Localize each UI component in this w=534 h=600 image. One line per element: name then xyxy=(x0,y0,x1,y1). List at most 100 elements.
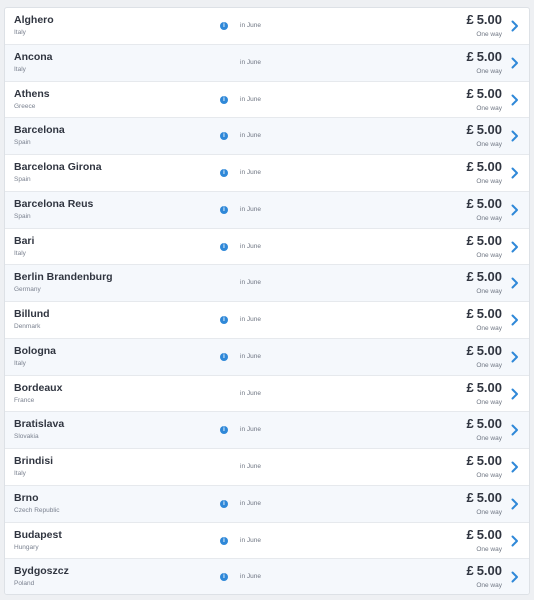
destination-row[interactable]: Bari Italy i in June £5.00 One way xyxy=(5,229,529,266)
destination-row[interactable]: Berlin Brandenburg Germany in June £5.00… xyxy=(5,265,529,302)
fare-type: One way xyxy=(476,398,502,406)
fare-type: One way xyxy=(476,288,502,296)
destination-city: Bratislava xyxy=(14,418,65,431)
chevron-right-icon[interactable] xyxy=(511,571,519,583)
fare-type: One way xyxy=(476,104,502,112)
chevron-right-icon[interactable] xyxy=(511,167,519,179)
destination-row[interactable]: Barcelona Spain i in June £5.00 One way xyxy=(5,118,529,155)
fare-price: £5.00 xyxy=(466,122,502,137)
fare-amount: 5.00 xyxy=(476,379,502,395)
fare-price: £5.00 xyxy=(466,159,502,174)
destination-row[interactable]: Billund Denmark i in June £5.00 One way xyxy=(5,302,529,339)
chevron-right-icon[interactable] xyxy=(511,388,519,400)
info-icon[interactable]: i xyxy=(220,499,228,508)
chevron-right-icon[interactable] xyxy=(511,130,519,142)
fare-type: One way xyxy=(476,582,502,590)
destination-row[interactable]: Budapest Hungary i in June £5.00 One way xyxy=(5,523,529,560)
destination-country: Slovakia xyxy=(14,433,39,441)
currency-symbol: £ xyxy=(466,379,474,395)
travel-period: in June xyxy=(240,279,261,287)
chevron-right-icon[interactable] xyxy=(511,57,519,69)
chevron-right-icon[interactable] xyxy=(511,424,519,436)
chevron-right-icon[interactable] xyxy=(511,277,519,289)
travel-period: in June xyxy=(240,132,261,140)
info-icon[interactable]: i xyxy=(220,205,228,214)
fare-type: One way xyxy=(476,67,502,75)
info-icon[interactable]: i xyxy=(220,352,228,361)
destination-row[interactable]: Brno Czech Republic i in June £5.00 One … xyxy=(5,485,529,523)
fare-type: One way xyxy=(476,251,502,259)
chevron-right-icon[interactable] xyxy=(511,535,519,547)
currency-symbol: £ xyxy=(466,232,474,248)
currency-symbol: £ xyxy=(466,12,474,27)
info-icon[interactable]: i xyxy=(220,536,228,545)
travel-period: in June xyxy=(240,316,261,323)
info-icon[interactable]: i xyxy=(220,426,228,435)
currency-symbol: £ xyxy=(466,453,474,468)
destination-row[interactable]: Athens Greece i in June £5.00 One way xyxy=(5,82,529,119)
travel-period: in June xyxy=(240,22,261,29)
destination-city: Berlin Brandenburg xyxy=(14,271,113,284)
destination-city: Athens xyxy=(14,87,50,100)
currency-symbol: £ xyxy=(466,489,474,505)
currency-symbol: £ xyxy=(466,269,474,285)
fare-price: £5.00 xyxy=(466,563,502,578)
destination-row[interactable]: Ancona Italy in June £5.00 One way xyxy=(5,44,529,82)
destination-city: Budapest xyxy=(14,528,62,541)
destination-city: Bordeaux xyxy=(14,381,63,394)
chevron-right-icon[interactable] xyxy=(511,351,519,363)
info-icon[interactable]: i xyxy=(220,169,228,177)
destination-row[interactable]: Alghero Italy i in June £5.00 One way xyxy=(5,8,529,45)
destination-country: Italy xyxy=(14,249,26,257)
destination-row[interactable]: Barcelona Reus Spain i in June £5.00 One… xyxy=(5,191,529,229)
fare-amount: 5.00 xyxy=(476,232,502,248)
travel-period: in June xyxy=(240,95,261,103)
destination-city: Ancona xyxy=(14,50,53,63)
fare-amount: 5.00 xyxy=(476,159,502,174)
fare-amount: 5.00 xyxy=(476,526,502,542)
info-icon[interactable]: i xyxy=(220,95,228,104)
info-icon[interactable]: i xyxy=(220,242,228,251)
fare-type: One way xyxy=(476,178,502,185)
destination-row[interactable]: Barcelona Girona Spain i in June £5.00 O… xyxy=(5,155,529,192)
destination-country: Hungary xyxy=(14,543,39,551)
destination-city: Brindisi xyxy=(14,455,54,467)
chevron-right-icon[interactable] xyxy=(511,314,519,326)
destination-country: Poland xyxy=(14,580,35,588)
fare-price: £5.00 xyxy=(466,269,502,284)
destination-row[interactable]: Brindisi Italy in June £5.00 One way xyxy=(5,449,529,486)
destination-city: Alghero xyxy=(14,14,54,26)
destination-city: Barcelona xyxy=(14,124,65,137)
destination-country: Spain xyxy=(14,139,31,147)
chevron-right-icon[interactable] xyxy=(511,241,519,253)
fare-price: £5.00 xyxy=(466,12,502,27)
fare-amount: 5.00 xyxy=(476,122,502,138)
fare-amount: 5.00 xyxy=(476,342,502,358)
destination-row[interactable]: Bydgoszcz Poland i in June £5.00 One way xyxy=(5,559,529,594)
fare-price: £5.00 xyxy=(466,233,502,248)
destination-row[interactable]: Bordeaux France in June £5.00 One way xyxy=(5,376,529,413)
info-icon[interactable]: i xyxy=(220,22,228,30)
chevron-right-icon[interactable] xyxy=(511,461,519,473)
destination-country: Greece xyxy=(14,102,36,110)
travel-period: in June xyxy=(240,169,261,176)
chevron-right-icon[interactable] xyxy=(511,20,519,32)
fare-amount: 5.00 xyxy=(476,489,502,505)
fare-amount: 5.00 xyxy=(476,12,502,27)
fare-amount: 5.00 xyxy=(476,269,502,285)
info-icon[interactable]: i xyxy=(220,132,228,141)
chevron-right-icon[interactable] xyxy=(511,498,519,510)
fare-type: One way xyxy=(476,31,502,38)
chevron-right-icon[interactable] xyxy=(511,94,519,106)
destination-row[interactable]: Bratislava Slovakia i in June £5.00 One … xyxy=(5,412,529,449)
travel-period: in June xyxy=(240,463,261,470)
info-icon[interactable]: i xyxy=(220,316,228,324)
fare-type: One way xyxy=(476,508,502,516)
destination-country: Italy xyxy=(14,29,26,36)
info-icon[interactable]: i xyxy=(220,573,228,582)
fare-price: £5.00 xyxy=(466,86,502,101)
destination-country: Germany xyxy=(14,286,41,294)
destination-row[interactable]: Bologna Italy i in June £5.00 One way xyxy=(5,338,529,376)
destination-country: Italy xyxy=(14,359,26,367)
chevron-right-icon[interactable] xyxy=(511,204,519,216)
